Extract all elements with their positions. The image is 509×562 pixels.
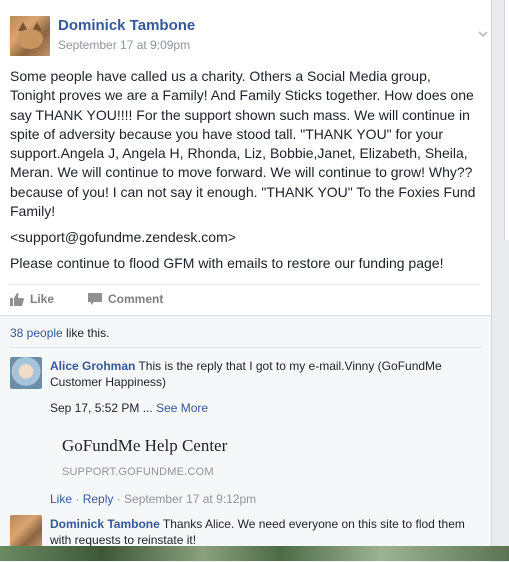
thumbs-up-icon <box>10 292 24 306</box>
comment-author[interactable]: Dominick Tambone <box>50 517 160 531</box>
link-preview[interactable]: GoFundMe Help Center SUPPORT.GOFUNDME.CO… <box>62 436 362 478</box>
comment-body: Dominick Tambone Thanks Alice. We need e… <box>50 516 472 548</box>
page-background <box>492 0 509 561</box>
post-text: Some people have called us a charity. Ot… <box>10 68 476 220</box>
comment-quote-meta: Sep 17, 5:52 PM ... See More <box>50 401 208 415</box>
link-preview-title[interactable]: GoFundMe Help Center <box>62 436 362 456</box>
like-label: Like <box>30 292 55 306</box>
post-email-link[interactable]: <support@gofundme.zendesk.com> <box>10 229 236 245</box>
speech-bubble-icon <box>88 292 102 305</box>
see-more-link[interactable]: See More <box>156 401 208 415</box>
divider <box>10 347 482 348</box>
comment-reply-link[interactable]: Reply <box>83 492 114 506</box>
post-timestamp[interactable]: September 17 at 9:09pm <box>58 38 190 52</box>
commenter-avatar[interactable] <box>10 357 42 389</box>
comment-button[interactable]: Comment <box>88 292 163 306</box>
comment-body: Alice Grohman This is the reply that I g… <box>50 358 472 390</box>
author-avatar[interactable] <box>10 16 50 56</box>
post-author[interactable]: Dominick Tambone <box>58 17 195 34</box>
chevron-down-icon[interactable] <box>478 29 488 39</box>
likes-summary: 38 people like this. <box>10 326 109 340</box>
comments-section: 38 people like this. Alice Grohman This … <box>0 315 491 562</box>
post-actions: Like Comment <box>8 285 480 315</box>
link-preview-domain: SUPPORT.GOFUNDME.COM <box>62 466 214 478</box>
taskbar-strip <box>0 546 509 561</box>
post-card: Dominick Tambone September 17 at 9:09pm … <box>0 0 492 562</box>
adjacent-card-edge <box>504 0 509 240</box>
post-header: Dominick Tambone September 17 at 9:09pm <box>10 15 488 57</box>
comment-label: Comment <box>108 292 164 306</box>
likes-count-link[interactable]: 38 people <box>10 326 63 340</box>
commenter-avatar[interactable] <box>10 515 42 547</box>
quoted-time: Sep 17, 5:52 PM ... <box>50 401 157 415</box>
separator: · <box>72 492 83 506</box>
separator: · <box>113 492 125 506</box>
comment-time[interactable]: September 17 at 9:12pm <box>124 492 256 506</box>
comment-like-link[interactable]: Like <box>50 492 72 506</box>
likes-suffix: like this. <box>62 326 110 340</box>
post-footer-text: Please continue to flood GFM with emails… <box>10 255 444 271</box>
like-button[interactable]: Like <box>10 292 54 306</box>
comment-actions: Like · Reply · September 17 at 9:12pm <box>50 492 256 506</box>
comment-author[interactable]: Alice Grohman <box>50 359 135 373</box>
